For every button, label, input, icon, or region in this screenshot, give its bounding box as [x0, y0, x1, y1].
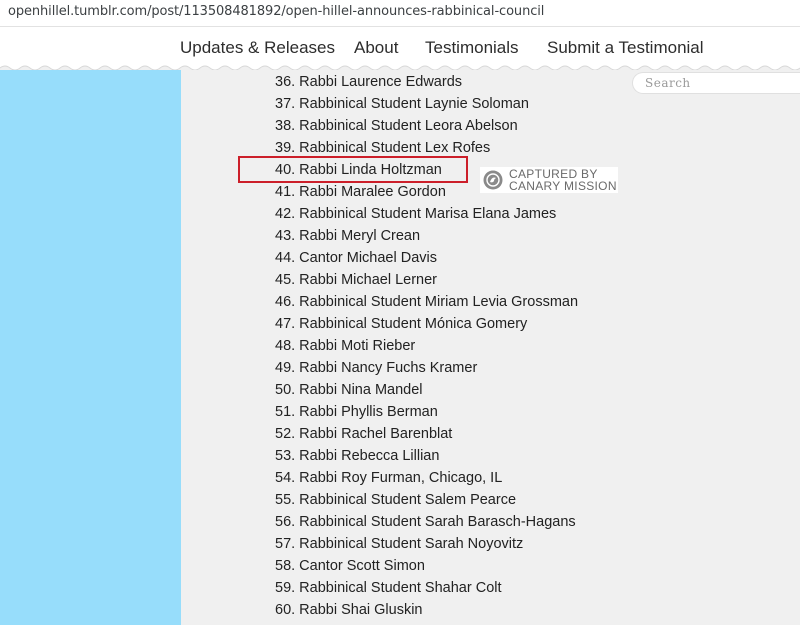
rabbinical-council-list: 36. Rabbi Laurence Edwards 37. Rabbinica… [275, 71, 578, 621]
list-item: 59. Rabbinical Student Shahar Colt [275, 580, 502, 596]
captured-by-watermark: CAPTURED BY CANARY MISSION [480, 167, 618, 193]
canary-logo-icon [483, 170, 503, 190]
list-item: 49. Rabbi Nancy Fuchs Kramer [275, 360, 478, 376]
search-box[interactable] [632, 72, 800, 94]
nav-updates-releases[interactable]: Updates & Releases [180, 38, 335, 58]
url-text[interactable]: openhillel.tumblr.com/post/113508481892/… [8, 4, 544, 19]
list-item: 50. Rabbi Nina Mandel [275, 382, 423, 398]
list-item: 43. Rabbi Meryl Crean [275, 228, 421, 244]
list-item: 46. Rabbinical Student Miriam Levia Gros… [275, 294, 579, 310]
list-item: 56. Rabbinical Student Sarah Barasch-Hag… [275, 514, 576, 530]
list-item: 45. Rabbi Michael Lerner [275, 272, 438, 288]
list-item: 44. Cantor Michael Davis [275, 250, 437, 266]
list-item: 38. Rabbinical Student Leora Abelson [275, 118, 518, 134]
list-item: 55. Rabbinical Student Salem Pearce [275, 492, 517, 508]
list-item: 51. Rabbi Phyllis Berman [275, 404, 438, 420]
watermark-line-2: CANARY MISSION [509, 179, 617, 193]
list-item: 60. Rabbi Shai Gluskin [275, 602, 423, 618]
list-item: 36. Rabbi Laurence Edwards [275, 74, 463, 90]
highlight-annotation-box [238, 156, 468, 183]
search-input[interactable] [645, 75, 795, 91]
list-item: 54. Rabbi Roy Furman, Chicago, IL [275, 470, 503, 486]
list-item: 53. Rabbi Rebecca Lillian [275, 448, 440, 464]
list-item: 42. Rabbinical Student Marisa Elana Jame… [275, 206, 557, 222]
list-item: 52. Rabbi Rachel Barenblat [275, 426, 453, 442]
list-item: 47. Rabbinical Student Mónica Gomery [275, 316, 528, 332]
list-item: 48. Rabbi Moti Rieber [275, 338, 416, 354]
list-item: 58. Cantor Scott Simon [275, 558, 425, 574]
nav-testimonials[interactable]: Testimonials [425, 38, 519, 58]
nav-submit-testimonial[interactable]: Submit a Testimonial [547, 38, 704, 58]
left-sidebar [0, 70, 181, 625]
nav-about[interactable]: About [354, 38, 398, 58]
list-item: 37. Rabbinical Student Laynie Soloman [275, 96, 529, 112]
address-bar[interactable]: openhillel.tumblr.com/post/113508481892/… [0, 0, 800, 27]
list-item: 57. Rabbinical Student Sarah Noyovitz [275, 536, 524, 552]
